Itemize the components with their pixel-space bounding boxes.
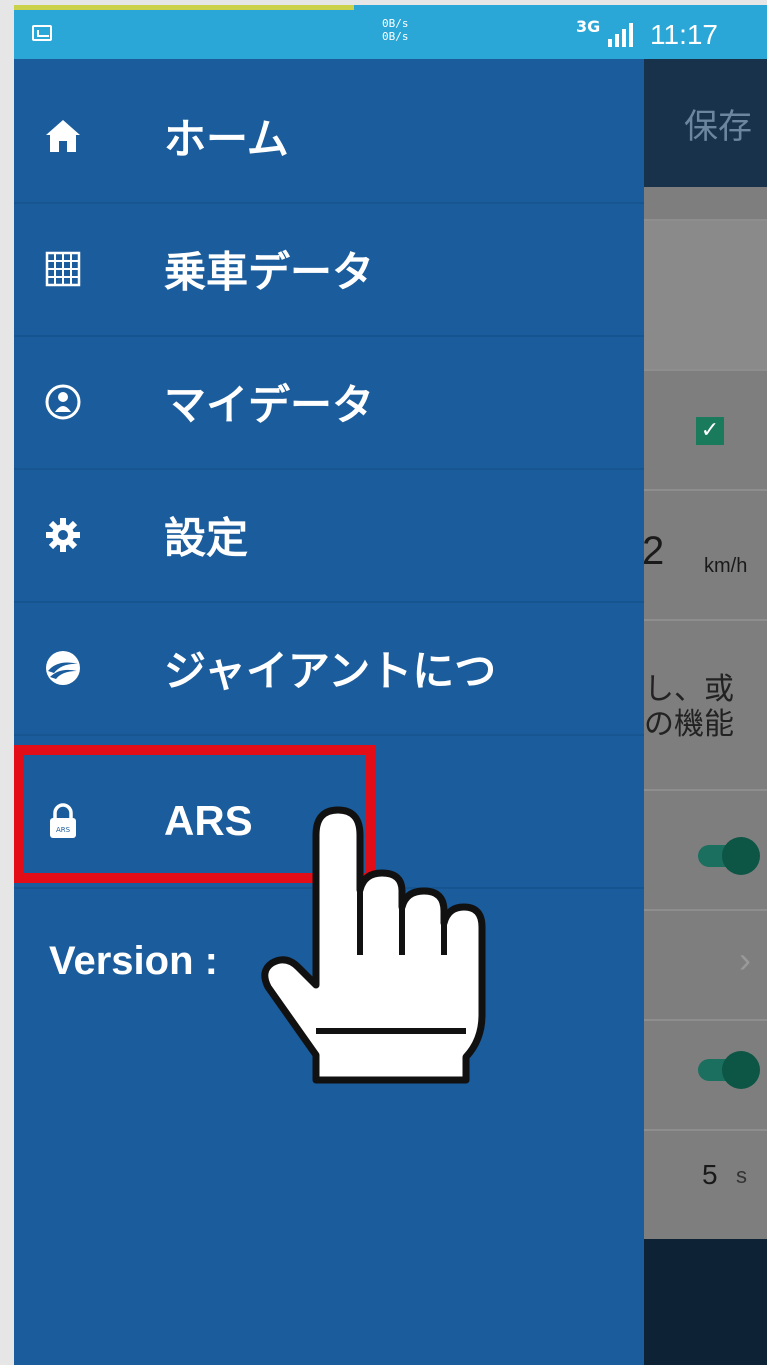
menu-item-label: 設定 bbox=[164, 513, 249, 562]
gear-icon bbox=[46, 517, 80, 552]
home-icon bbox=[46, 119, 80, 152]
clock: 11:17 bbox=[650, 19, 718, 50]
bg-seconds-value: 5 bbox=[702, 1159, 718, 1190]
menu-item-about-giant[interactable]: ジャイアントにつ bbox=[14, 601, 644, 736]
bg-toggle bbox=[698, 837, 760, 875]
menu-item-home[interactable]: ホーム bbox=[14, 69, 644, 204]
bg-checkbox: ✓ bbox=[696, 417, 724, 445]
bg-save-button: 保存 bbox=[684, 108, 752, 146]
menu-item-label: マイデータ bbox=[164, 380, 375, 429]
menu-item-label: 乗車データ bbox=[164, 247, 375, 296]
giant-logo-icon bbox=[46, 650, 80, 685]
bg-seconds-unit: s bbox=[736, 1163, 747, 1188]
signal-icon bbox=[608, 23, 633, 47]
menu-item-settings[interactable]: 設定 bbox=[14, 468, 644, 603]
net-up: 0B/s bbox=[382, 17, 409, 30]
bg-toggle bbox=[698, 1051, 760, 1089]
pointing-hand-icon bbox=[261, 806, 486, 1084]
grid-icon bbox=[45, 251, 81, 286]
chevron-right-icon: › bbox=[739, 939, 751, 980]
image-notification-icon bbox=[32, 25, 52, 41]
version-label: Version : bbox=[49, 939, 218, 983]
network-type: 3G bbox=[576, 17, 601, 36]
download-progress bbox=[14, 5, 354, 10]
menu-item-my-data[interactable]: マイデータ bbox=[14, 335, 644, 470]
bg-speed-value: 2 bbox=[642, 529, 665, 573]
net-down: 0B/s bbox=[382, 30, 409, 43]
bg-speed-unit: km/h bbox=[704, 555, 748, 577]
phone-screen: 0B/s 0B/s 3G 11:17 保存 ✓ 2 km/h し、或 の機能 ›… bbox=[14, 5, 767, 1365]
menu-item-label: ジャイアントにつ bbox=[164, 646, 497, 695]
navigation-drawer: ホーム 乗車データ マイデータ 設定 ジャイアントにつ ARS ARS Vers… bbox=[14, 59, 644, 1365]
menu-item-label: ホーム bbox=[164, 114, 289, 163]
menu-item-ride-data[interactable]: 乗車データ bbox=[14, 202, 644, 337]
network-speed: 0B/s 0B/s bbox=[382, 17, 409, 43]
user-icon bbox=[45, 384, 81, 419]
status-bar: 0B/s 0B/s 3G 11:17 bbox=[14, 5, 767, 59]
bg-text-line2: の機能 bbox=[644, 708, 734, 741]
